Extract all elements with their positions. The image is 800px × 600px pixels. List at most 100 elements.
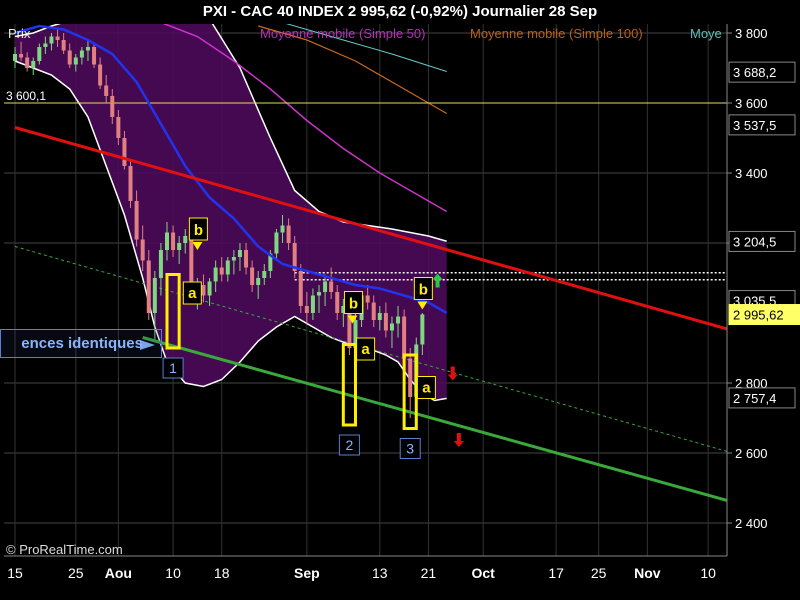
candle-body (219, 267, 224, 275)
candle-body (31, 61, 36, 68)
candle-body (19, 54, 24, 58)
x-tick-label: 18 (214, 565, 230, 581)
chart-title: PXI - CAC 40 INDEX 2 995,62 (-0,92%) Jou… (202, 3, 598, 20)
candle-body (158, 250, 163, 278)
candle-body (67, 50, 72, 65)
candle-body (262, 271, 267, 278)
candle-body (250, 267, 255, 285)
annotation-box: ences identiques (0, 329, 162, 358)
pattern-label: 3 (406, 441, 414, 457)
price-label: 3 688,2 (733, 65, 776, 80)
price-label: 3 204,5 (733, 234, 776, 249)
candle-body (37, 47, 42, 61)
candle-body (177, 243, 182, 250)
y-tick-label: 2 600 (735, 446, 768, 461)
x-tick-label: Aou (105, 565, 132, 581)
plot-area: 3 600,1 1 a b 2 a b 3 a b (4, 24, 727, 556)
candle-body (122, 138, 127, 166)
candle-body (231, 257, 236, 261)
x-tick-label: 21 (421, 565, 437, 581)
candle-body (152, 278, 157, 313)
candle-body (310, 295, 315, 313)
pattern-label: 1 (169, 360, 177, 376)
price-label: 3 537,5 (733, 118, 776, 133)
candle-body (116, 117, 121, 138)
x-tick-label: 17 (548, 565, 564, 581)
legend-price: Prix (8, 26, 31, 41)
y-tick-label: 3 600 (735, 96, 768, 111)
candle-body (389, 323, 394, 331)
marker-b: b (349, 296, 358, 313)
candle-body (335, 292, 340, 313)
candle-body (213, 267, 218, 282)
current-price-label: 2 995,62 (733, 308, 784, 323)
marker-a: a (188, 285, 197, 302)
candle-body (286, 225, 291, 243)
candle-body (383, 313, 388, 331)
y-tick-label: 3 800 (735, 26, 768, 41)
candle-body (61, 40, 66, 51)
hline-label: 3 600,1 (6, 89, 46, 103)
candle-body (73, 57, 78, 65)
candle-body (128, 166, 133, 201)
x-tick-label: 10 (700, 565, 716, 581)
candle-body (420, 314, 425, 345)
candle-body (323, 281, 328, 292)
price-label: 2 757,4 (733, 391, 776, 406)
x-tick-label: 13 (372, 565, 388, 581)
candle-body (171, 232, 176, 250)
candle-body (79, 50, 84, 58)
legend-ma50: Moyenne mobile (Simple 50) (260, 26, 426, 41)
candle-body (396, 316, 401, 324)
candle-body (92, 47, 97, 65)
candle-body (402, 316, 407, 359)
x-tick-label: 10 (165, 565, 181, 581)
candle-body (43, 43, 48, 47)
x-tick-label: 25 (591, 565, 607, 581)
candle-body (25, 57, 30, 68)
candle-body (329, 281, 334, 292)
candle-body (183, 236, 188, 243)
candle-body (55, 36, 60, 40)
candle-body (104, 85, 109, 96)
candle-body (98, 64, 103, 86)
marker-a: a (422, 380, 431, 397)
candle-body (49, 36, 54, 44)
candle-body (225, 260, 230, 275)
candle-body (304, 306, 309, 313)
y-tick-label: 3 400 (735, 166, 768, 181)
arrow-down-icon (447, 366, 458, 381)
arrow-down-icon (453, 433, 464, 447)
candle-body (201, 285, 206, 296)
pattern-highlight-box (341, 343, 357, 427)
legend-ma-extra: Moye (690, 26, 722, 41)
x-tick-label: 25 (68, 565, 84, 581)
candle-body (207, 281, 212, 296)
annotation-text: ences identiques (21, 335, 143, 352)
candle-body (13, 54, 17, 61)
x-tick-label: Nov (634, 565, 661, 581)
x-tick-label: Oct (471, 565, 495, 581)
candle-body (371, 302, 376, 320)
candle-body (110, 96, 115, 117)
candle-body (408, 358, 413, 397)
price-chart[interactable]: 3 600,11ab2ab3ab3 8003 6003 4003 2002 80… (0, 0, 800, 600)
candle-body (280, 225, 285, 233)
pattern-label: 2 (346, 437, 354, 453)
candle-body (140, 239, 145, 261)
candle-body (146, 260, 151, 313)
marker-b: b (194, 222, 203, 239)
candle-body (377, 313, 382, 320)
candle-body (298, 271, 303, 306)
candle-body (365, 295, 370, 303)
candle-body (165, 232, 169, 250)
marker-b: b (419, 282, 428, 299)
candle-body (274, 232, 279, 254)
candle-body (244, 250, 249, 268)
candle-body (134, 201, 139, 240)
legend-ma100: Moyenne mobile (Simple 100) (470, 26, 643, 41)
watermark: © ProRealTime.com (6, 542, 123, 557)
candle-body (85, 47, 90, 51)
x-tick-label: Sep (294, 565, 320, 581)
candle-body (237, 250, 242, 257)
